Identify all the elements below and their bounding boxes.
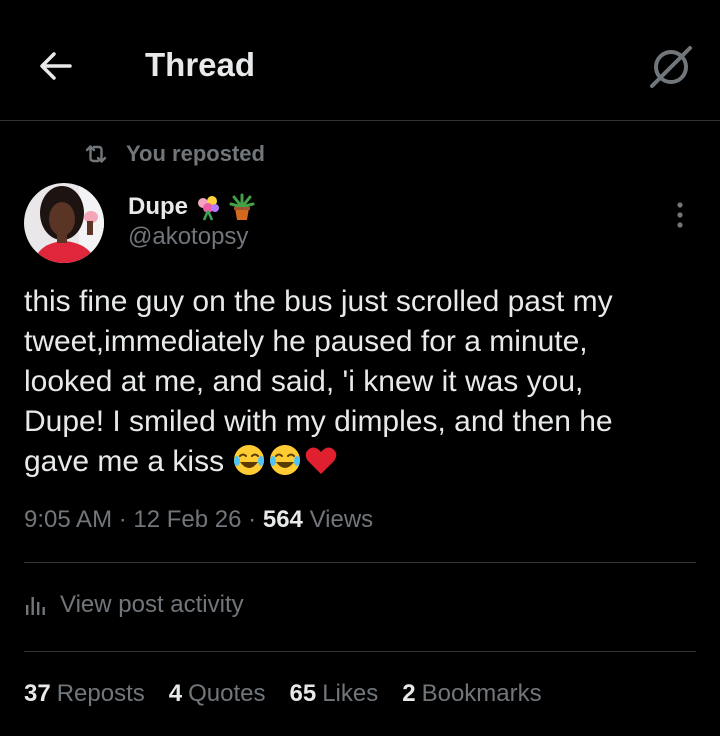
reposts-count: 37 (24, 680, 51, 707)
red-heart-emoji (306, 447, 337, 474)
post-text-line: looked at me, and said, 'i knew it was y… (24, 365, 584, 398)
post-text-line: this fine guy on the bus just scrolled p… (24, 285, 613, 318)
avatar[interactable] (24, 183, 104, 263)
repost-label: You reposted (126, 141, 265, 166)
post-text: this fine guy on the bus just scrolled p… (24, 282, 694, 482)
post-text-last-line: gave me a kiss (24, 442, 694, 482)
more-options-button[interactable] (668, 200, 692, 230)
post-text-line: tweet,immediately he paused for a minute… (24, 325, 588, 358)
author-name: Dupe (128, 193, 188, 220)
top-bar: Thread (0, 0, 720, 121)
profile-photo (24, 183, 104, 263)
potted-plant-emoji (229, 193, 255, 220)
more-vertical-icon (677, 202, 683, 228)
quotes-stat[interactable]: 4 Quotes (169, 680, 266, 708)
arrow-left-icon (40, 52, 72, 80)
view-post-activity-button[interactable]: View post activity (24, 591, 244, 619)
tears-of-joy-emoji (234, 445, 265, 475)
author-handle[interactable]: @akotopsy (128, 223, 248, 251)
grok-button[interactable] (646, 42, 696, 92)
flower-bouquet-emoji (198, 196, 219, 221)
post-date: 12 Feb 26 (133, 506, 242, 533)
author-name-row[interactable]: Dupe (128, 193, 256, 221)
quotes-count: 4 (168, 680, 183, 707)
reposts-label: Reposts (56, 680, 145, 707)
bookmarks-stat[interactable]: 2 Bookmarks (402, 680, 541, 708)
post-text-line: Dupe! I smiled with my dimples, and then… (24, 405, 613, 438)
page-title: Thread (145, 46, 256, 83)
tears-of-joy-emoji (270, 445, 301, 475)
bookmarks-count: 2 (402, 680, 416, 707)
divider (24, 651, 696, 652)
repost-context: You reposted (82, 140, 265, 168)
likes-stat[interactable]: 65 Likes (290, 680, 379, 708)
meta-separator: · (118, 506, 127, 533)
likes-count: 65 (289, 680, 317, 707)
reposts-stat[interactable]: 37 Reposts (24, 680, 145, 708)
likes-label: Likes (322, 680, 379, 707)
repost-icon (85, 145, 107, 163)
post-time: 9:05 AM (24, 506, 113, 533)
post-meta: 9:05 AM · 12 Feb 26 · 564 Views (24, 506, 373, 534)
divider (24, 562, 696, 563)
post-text-line: gave me a kiss (24, 445, 225, 478)
engagement-stats: 37 Reposts 4 Quotes 65 Likes 2 Bookmarks (24, 680, 566, 708)
views-label: Views (309, 506, 374, 533)
bookmarks-label: Bookmarks (421, 680, 542, 707)
views-count: 564 (262, 506, 303, 533)
grok-icon (650, 46, 692, 88)
meta-separator: · (248, 506, 257, 533)
quotes-label: Quotes (188, 680, 266, 707)
bar-chart-icon (26, 597, 45, 615)
view-post-activity-label: View post activity (60, 591, 244, 618)
back-button[interactable] (34, 44, 78, 88)
